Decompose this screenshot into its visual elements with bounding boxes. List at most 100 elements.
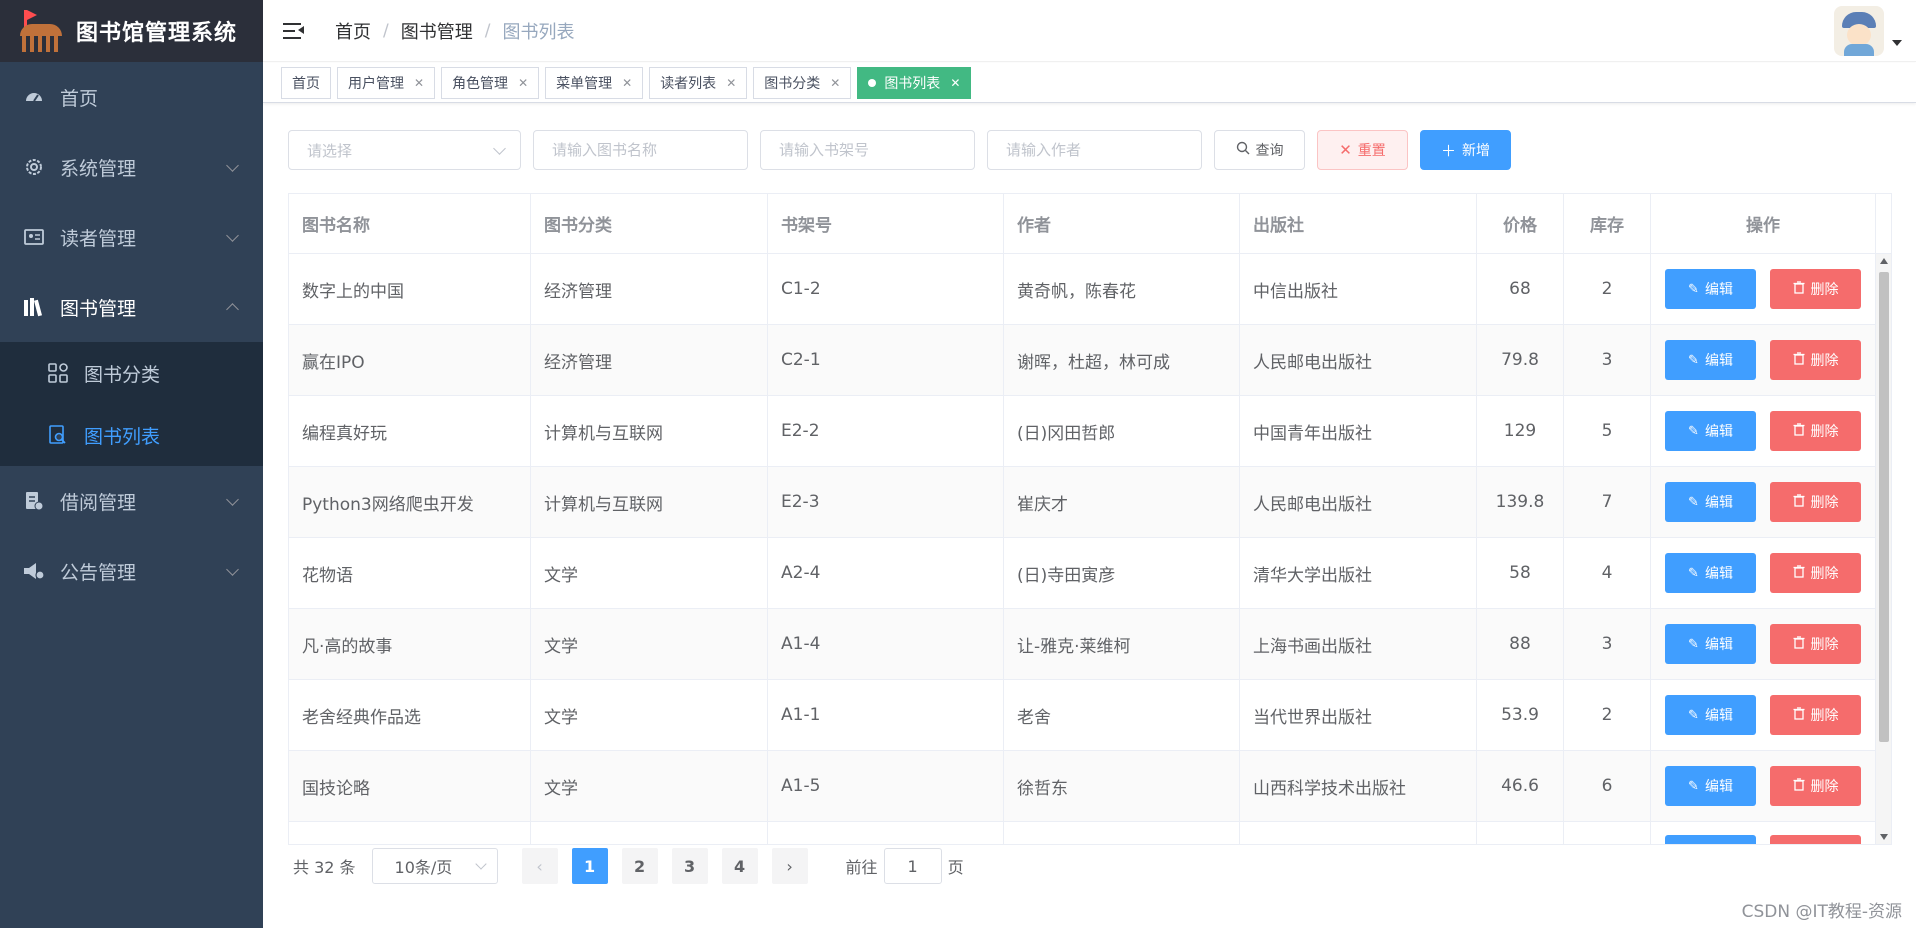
next-page-button[interactable]: › [771, 848, 808, 884]
table-cell: 经济管理 [531, 325, 768, 395]
close-icon[interactable]: ✕ [518, 76, 528, 90]
shelf-input[interactable] [779, 141, 956, 159]
table-cell: 人民邮电出版社 [1240, 467, 1477, 537]
trash-icon [1793, 280, 1805, 298]
book-name-input[interactable] [552, 141, 729, 159]
page-size-select[interactable]: 10条/页 [371, 848, 498, 884]
table-body: 数字上的中国 经济管理 C1-2 黄奇帆，陈春花 中信出版社 68 2 ✎ 编辑 删除 赢在IPO 经… [289, 254, 1891, 844]
table-cell: E2-2 [768, 396, 1004, 466]
table-scrollbar[interactable] [1875, 254, 1891, 844]
edit-button[interactable]: ✎ 编辑 [1665, 695, 1756, 735]
close-icon[interactable]: ✕ [414, 76, 424, 90]
tab-roles[interactable]: 角色管理 ✕ [441, 66, 540, 99]
sidebar-toggle-icon[interactable] [283, 20, 305, 42]
page-button-2[interactable]: 2 [621, 848, 658, 884]
tab-menus[interactable]: 菜单管理 ✕ [545, 66, 644, 99]
caret-down-icon[interactable] [1892, 40, 1902, 46]
delete-button[interactable]: 删除 [1770, 269, 1861, 309]
search-icon [1236, 141, 1250, 159]
tab-readers[interactable]: 读者列表 ✕ [649, 66, 748, 99]
table-cell: 上海书画出版社 [1240, 609, 1477, 679]
tab-book-category[interactable]: 图书分类 ✕ [753, 66, 852, 99]
edit-button[interactable] [1665, 835, 1756, 844]
add-button[interactable]: ＋ 新增 [1420, 130, 1511, 170]
sidebar-item-label: 首页 [60, 87, 99, 110]
edit-button[interactable]: ✎ 编辑 [1665, 411, 1756, 451]
delete-button-label: 删除 [1810, 566, 1839, 582]
edit-button[interactable]: ✎ 编辑 [1665, 269, 1756, 309]
prev-page-button[interactable]: ‹ [521, 848, 558, 884]
delete-button-label: 删除 [1810, 353, 1839, 369]
breadcrumb-current: 图书列表 [502, 21, 575, 43]
scroll-down-icon[interactable] [1880, 834, 1888, 840]
chevron-down-icon [226, 159, 239, 172]
edit-button[interactable]: ✎ 编辑 [1665, 553, 1756, 593]
trash-icon [1793, 564, 1805, 582]
table-cell: 崔庆才 [1004, 467, 1240, 537]
delete-button[interactable]: 删除 [1770, 411, 1861, 451]
sidebar-item-borrow[interactable]: 借阅管理 [0, 466, 263, 536]
app-logo[interactable]: 图书馆管理系统 [0, 0, 263, 62]
scrollbar-thumb[interactable] [1879, 272, 1889, 742]
scroll-up-icon[interactable] [1880, 258, 1888, 264]
row-actions: ✎ 编辑 删除 [1651, 325, 1876, 395]
column-header: 图书分类 [531, 194, 768, 253]
delete-button[interactable]: 删除 [1770, 482, 1861, 522]
close-icon[interactable]: ✕ [622, 76, 632, 90]
delete-button[interactable]: 删除 [1770, 766, 1861, 806]
breadcrumb-home[interactable]: 首页 [335, 18, 371, 44]
sidebar-item-readers[interactable]: 读者管理 [0, 202, 263, 272]
row-actions [1651, 822, 1876, 844]
page-button-1[interactable]: 1 [571, 848, 608, 884]
edit-button-label: 编辑 [1704, 566, 1733, 582]
book-name-field[interactable] [533, 130, 748, 170]
column-header: 库存 [1564, 194, 1651, 253]
breadcrumb-books[interactable]: 图书管理 [401, 18, 473, 44]
author-input[interactable] [1006, 141, 1183, 159]
jumper-input[interactable]: 1 [883, 848, 942, 884]
tab-book-list[interactable]: 图书列表 ✕ [857, 66, 972, 99]
edit-icon: ✎ [1688, 281, 1699, 297]
delete-button[interactable]: 删除 [1770, 624, 1861, 664]
page-button-3[interactable]: 3 [671, 848, 708, 884]
sidebar-item-system[interactable]: 系统管理 [0, 132, 263, 202]
close-icon[interactable]: ✕ [726, 76, 736, 90]
table-cell: 国技论略 [289, 751, 531, 821]
sidebar-item-book-category[interactable]: 图书分类 [0, 342, 263, 404]
reset-button[interactable]: ✕ 重置 [1317, 130, 1408, 170]
sidebar-item-notice[interactable]: 公告管理 [0, 536, 263, 606]
author-field[interactable] [987, 130, 1202, 170]
close-icon: ✕ [1339, 141, 1352, 159]
edit-button[interactable]: ✎ 编辑 [1665, 624, 1756, 664]
sidebar-item-home[interactable]: 首页 [0, 62, 263, 132]
tab-home[interactable]: 首页 [281, 66, 331, 99]
table-cell: 当代世界出版社 [1240, 680, 1477, 750]
edit-button[interactable]: ✎ 编辑 [1665, 482, 1756, 522]
delete-button[interactable] [1770, 835, 1861, 844]
user-avatar[interactable] [1834, 6, 1884, 56]
page-button-4[interactable]: 4 [721, 848, 758, 884]
sidebar-item-book-list[interactable]: 图书列表 [0, 404, 263, 466]
close-icon[interactable]: ✕ [830, 76, 840, 90]
table-row: 老舍经典作品选 文学 A1-1 老舍 当代世界出版社 53.9 2 ✎ 编辑 删除 [289, 680, 1891, 751]
table-cell: 计算机与互联网 [531, 396, 768, 466]
column-header: 图书名称 [289, 194, 531, 253]
megaphone-icon [22, 559, 46, 583]
pagination: 共 32 条 10条/页 ‹ 1 2 3 4 › 前往 1 页 [293, 848, 964, 884]
table-row: 赢在IPO 经济管理 C2-1 谢晖，杜超，林可成 人民邮电出版社 79.8 3 ✎ 编辑 删除 [289, 325, 1891, 396]
tab-users[interactable]: 用户管理 ✕ [337, 66, 436, 99]
delete-button[interactable]: 删除 [1770, 340, 1861, 380]
table-cell: 山西科学技术出版社 [1240, 751, 1477, 821]
category-select[interactable]: 请选择 [288, 130, 521, 170]
shelf-field[interactable] [760, 130, 975, 170]
edit-icon: ✎ [1688, 494, 1699, 510]
edit-button[interactable]: ✎ 编辑 [1665, 340, 1756, 380]
close-icon[interactable]: ✕ [950, 76, 960, 90]
delete-button[interactable]: 删除 [1770, 553, 1861, 593]
search-button[interactable]: 查询 [1214, 130, 1305, 170]
delete-button[interactable]: 删除 [1770, 695, 1861, 735]
edit-button[interactable]: ✎ 编辑 [1665, 766, 1756, 806]
row-actions: ✎ 编辑 删除 [1651, 680, 1876, 750]
sidebar-item-books[interactable]: 图书管理 [0, 272, 263, 342]
table-cell: 凡·高的故事 [289, 609, 531, 679]
